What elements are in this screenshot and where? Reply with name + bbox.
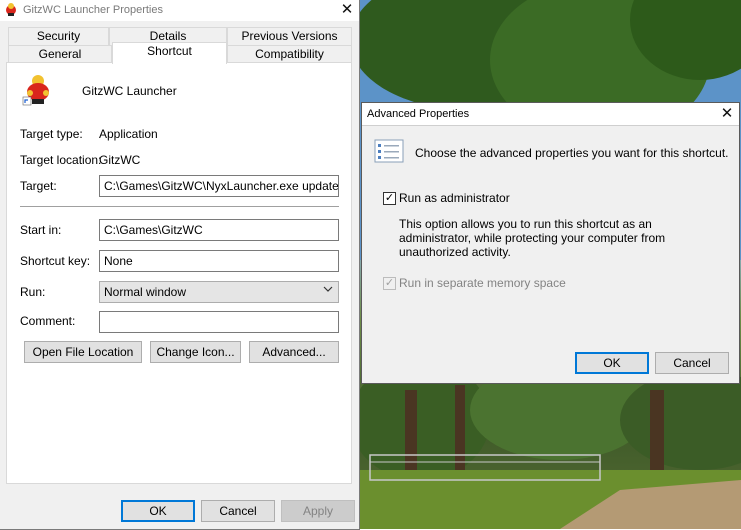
advanced-cancel-button[interactable]: Cancel [655,352,729,374]
target-location-value: GitzWC [99,153,141,167]
gitzwc-launcher-icon [21,73,55,107]
advanced-properties-dialog: Advanced Properties ✕ Choose the advance… [361,102,740,384]
tab-security[interactable]: Security [8,27,109,45]
run-as-administrator-checkbox[interactable]: ✓ [383,192,396,205]
tab-shortcut[interactable]: Shortcut [112,42,227,64]
separate-memory-checkbox[interactable]: ✓ [383,277,396,290]
properties-title: GitzWC Launcher Properties [23,4,163,16]
checklist-icon [374,139,404,163]
cancel-button[interactable]: Cancel [201,500,275,522]
target-type-label: Target type: [20,127,83,141]
comment-field[interactable] [99,311,339,333]
change-icon-button[interactable]: Change Icon... [150,341,241,363]
separate-memory-label: Run in separate memory space [399,276,566,290]
advanced-button[interactable]: Advanced... [249,341,339,363]
ok-button[interactable]: OK [121,500,195,522]
shortcut-key-field[interactable]: None [99,250,339,272]
comment-label: Comment: [20,314,76,328]
tab-compatibility[interactable]: Compatibility [227,45,352,63]
tab-previous-versions[interactable]: Previous Versions [227,27,352,45]
properties-titlebar[interactable]: GitzWC Launcher Properties ✕ [0,0,359,21]
run-select[interactable]: Normal window [99,281,339,303]
close-icon[interactable]: ✕ [335,0,359,21]
target-field[interactable]: C:\Games\GitzWC\NyxLauncher.exe updater [99,175,339,197]
run-label: Run: [20,285,46,299]
open-file-location-button[interactable]: Open File Location [24,341,142,363]
advanced-ok-button[interactable]: OK [575,352,649,374]
divider [20,206,339,207]
close-icon[interactable]: ✕ [715,103,739,125]
advanced-header-text: Choose the advanced properties you want … [415,146,729,160]
app-name: GitzWC Launcher [82,84,177,98]
properties-window: GitzWC Launcher Properties ✕ Security De… [0,0,360,530]
target-label: Target: [20,179,57,193]
run-as-administrator-description: This option allows you to run this short… [399,217,666,259]
chevron-down-icon [323,284,333,297]
start-in-field[interactable]: C:\Games\GitzWC [99,219,339,241]
run-as-administrator-label[interactable]: Run as administrator [399,191,510,205]
advanced-titlebar[interactable]: Advanced Properties ✕ [362,103,739,125]
tab-general[interactable]: General [8,45,112,63]
run-select-value: Normal window [104,285,187,299]
apply-button[interactable]: Apply [281,500,355,522]
start-in-label: Start in: [20,223,62,237]
target-location-label: Target location: [20,153,102,167]
target-type-value: Application [99,127,158,141]
shortcut-tab-panel: GitzWC Launcher Target type: Application… [6,62,352,484]
title-divider [362,125,739,126]
app-title-icon [4,2,18,16]
advanced-title: Advanced Properties [367,108,470,120]
shortcut-key-label: Shortcut key: [20,254,91,268]
